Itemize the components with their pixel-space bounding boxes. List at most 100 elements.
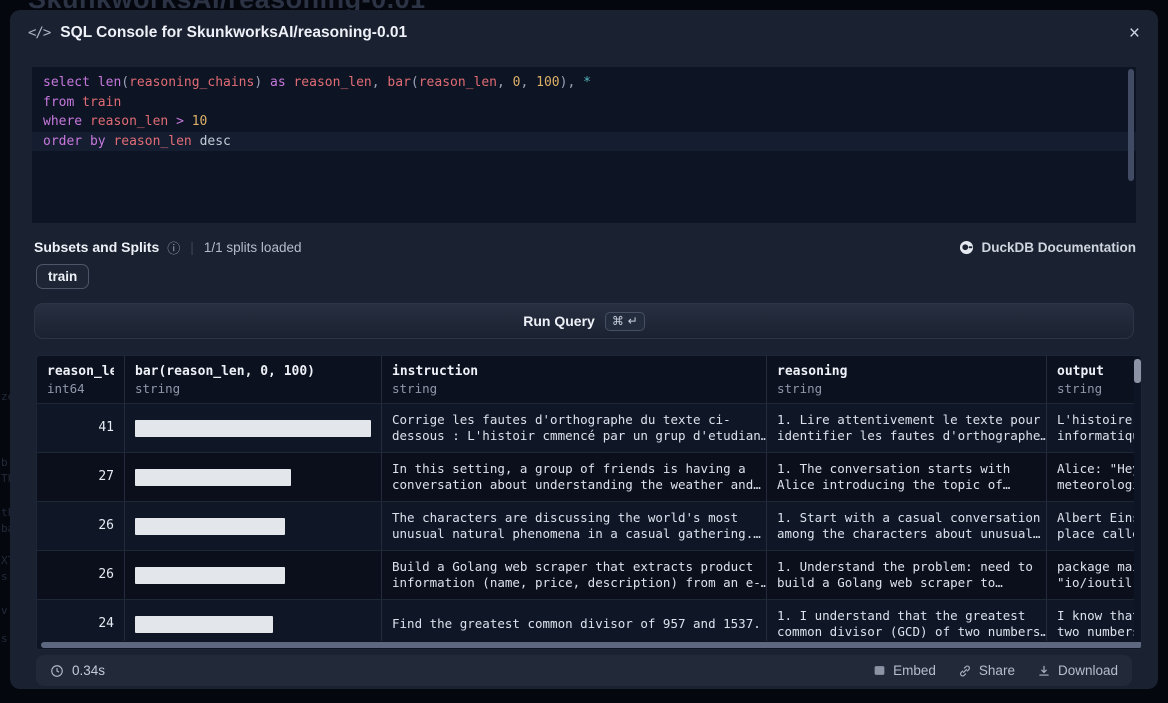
cell-reasoning[interactable]: 1. Understand the problem: need to build… <box>766 551 1046 599</box>
code-token <box>184 114 192 129</box>
code-icon: </> <box>28 25 50 41</box>
share-button[interactable]: Share <box>958 663 1015 678</box>
column-type: string <box>1057 381 1131 396</box>
sql-code[interactable]: select len(reasoning_chains) as reason_l… <box>32 73 1136 151</box>
bar-glyph <box>135 567 285 584</box>
cell-bar[interactable] <box>124 502 381 550</box>
embed-button[interactable]: Embed <box>873 663 936 678</box>
cell-instruction[interactable]: In this setting, a group of friends is h… <box>381 453 766 501</box>
cell-output[interactable]: Albert Einste place called <box>1046 502 1141 550</box>
bar-glyph <box>135 616 273 633</box>
download-button[interactable]: Download <box>1037 663 1118 678</box>
column-header-reasoning[interactable]: reasoning string <box>766 356 1046 403</box>
code-line[interactable]: from train <box>32 93 1136 113</box>
table-horizontal-scrollbar[interactable] <box>37 641 1134 649</box>
info-icon[interactable]: ⓘ <box>167 238 180 257</box>
table-row[interactable]: 26 The characters are discussing the worl… <box>37 501 1141 550</box>
code-token: 10 <box>192 114 208 129</box>
code-token <box>74 95 82 110</box>
divider: | <box>190 239 194 255</box>
column-name: output <box>1057 364 1131 379</box>
modal-header: </> SQL Console for SkunkworksAI/reasoni… <box>10 10 1158 56</box>
cell-output[interactable]: Alice: "Hey g meteorologist <box>1046 453 1141 501</box>
sql-console-modal: </> SQL Console for SkunkworksAI/reasoni… <box>10 10 1158 689</box>
column-header-reason-len[interactable]: reason_len int64 <box>37 356 124 403</box>
sql-editor[interactable]: select len(reasoning_chains) as reason_l… <box>32 67 1136 223</box>
code-token: reason_len <box>419 75 497 90</box>
column-type: string <box>777 381 1036 396</box>
cell-reasoning[interactable]: 1. Lire attentivement le texte pour iden… <box>766 404 1046 452</box>
table-row[interactable]: 41 Corrige les fautes d'orthographe du te… <box>37 403 1141 452</box>
code-line[interactable]: where reason_len > 10 <box>32 112 1136 132</box>
run-query-label: Run Query <box>523 313 595 329</box>
cell-instruction[interactable]: The characters are discussing the world'… <box>381 502 766 550</box>
link-icon <box>958 664 972 678</box>
subsets-splits-row: Subsets and Splits ⓘ | 1/1 splits loaded… <box>34 237 1136 257</box>
background-fragment: s <box>1 632 8 645</box>
code-token: by <box>90 134 106 149</box>
clock-icon <box>50 664 64 678</box>
results-table: reason_lenint64bar(reason_len, 0, 100)st… <box>36 355 1142 650</box>
column-name: bar(reason_len, 0, 100) <box>135 364 371 379</box>
cell-reason-len[interactable]: 27 <box>37 453 124 501</box>
cell-reason-len[interactable]: 41 <box>37 404 124 452</box>
modal-title: SQL Console for SkunkworksAI/reasoning-0… <box>60 24 407 42</box>
background-fragment: s <box>1 570 8 583</box>
duckdb-icon <box>959 240 974 255</box>
split-chip-train[interactable]: train <box>36 264 89 289</box>
table-row[interactable]: 27 In this setting, a group of friends is… <box>37 452 1141 501</box>
code-token: len <box>98 75 121 90</box>
table-vscroll-thumb[interactable] <box>1134 359 1141 383</box>
table-hscroll-thumb[interactable] <box>41 642 1142 648</box>
cell-instruction[interactable]: Build a Golang web scraper that extracts… <box>381 551 766 599</box>
code-token <box>82 114 90 129</box>
duckdb-docs-label: DuckDB Documentation <box>981 240 1136 255</box>
run-query-button[interactable]: Run Query ⌘ ↵ <box>34 303 1134 339</box>
background-fragment: v <box>1 604 8 617</box>
code-token: as <box>270 75 286 90</box>
code-token: where <box>43 114 82 129</box>
code-token: reasoning_chains <box>129 75 254 90</box>
split-chips: train <box>36 264 89 289</box>
query-duration: 0.34s <box>50 663 105 678</box>
cell-bar[interactable] <box>124 551 381 599</box>
code-token: bar <box>387 75 410 90</box>
code-token: reason_len <box>113 134 191 149</box>
column-type: int64 <box>47 381 114 396</box>
cell-bar[interactable] <box>124 404 381 452</box>
duckdb-docs-link[interactable]: DuckDB Documentation <box>959 240 1136 255</box>
code-line[interactable]: select len(reasoning_chains) as reason_l… <box>32 73 1136 93</box>
cell-bar[interactable] <box>124 453 381 501</box>
column-header-bar-reason-len-0-100-[interactable]: bar(reason_len, 0, 100)string <box>124 356 381 403</box>
cell-output[interactable]: package main "io/ioutil" " <box>1046 551 1141 599</box>
download-icon <box>1037 664 1051 678</box>
code-token: train <box>82 95 121 110</box>
code-token: reason_len <box>293 75 371 90</box>
column-header-instruction[interactable]: instructionstring <box>381 356 766 403</box>
column-name: reason_len <box>47 364 114 379</box>
cell-instruction[interactable]: Corrige les fautes d'orthographe du text… <box>381 404 766 452</box>
table-row[interactable]: 26 Build a Golang web scraper that extrac… <box>37 550 1141 599</box>
bar-glyph <box>135 469 291 486</box>
column-header-output[interactable]: output string <box>1046 356 1141 403</box>
column-name: reasoning <box>777 364 1036 379</box>
column-type: string <box>392 381 756 396</box>
close-icon[interactable]: × <box>1129 24 1140 43</box>
cell-reason-len[interactable]: 26 <box>37 551 124 599</box>
run-query-shortcut: ⌘ ↵ <box>605 312 645 331</box>
code-token: , <box>372 75 388 90</box>
editor-scrollbar-thumb[interactable] <box>1128 69 1134 181</box>
cell-output[interactable]: L'histoire co informatique <box>1046 404 1141 452</box>
bar-glyph <box>135 420 371 437</box>
cell-reason-len[interactable]: 26 <box>37 502 124 550</box>
code-line[interactable]: order by reason_len desc <box>32 132 1136 152</box>
code-token: , <box>521 75 537 90</box>
cell-reasoning[interactable]: 1. The conversation starts with Alice in… <box>766 453 1046 501</box>
editor-scrollbar[interactable] <box>1128 69 1134 221</box>
table-header: reason_lenint64bar(reason_len, 0, 100)st… <box>37 356 1141 403</box>
code-token: , <box>497 75 513 90</box>
code-token <box>168 114 176 129</box>
code-token <box>82 134 90 149</box>
cell-reasoning[interactable]: 1. Start with a casual conversation amon… <box>766 502 1046 550</box>
table-vertical-scrollbar[interactable] <box>1134 356 1141 649</box>
